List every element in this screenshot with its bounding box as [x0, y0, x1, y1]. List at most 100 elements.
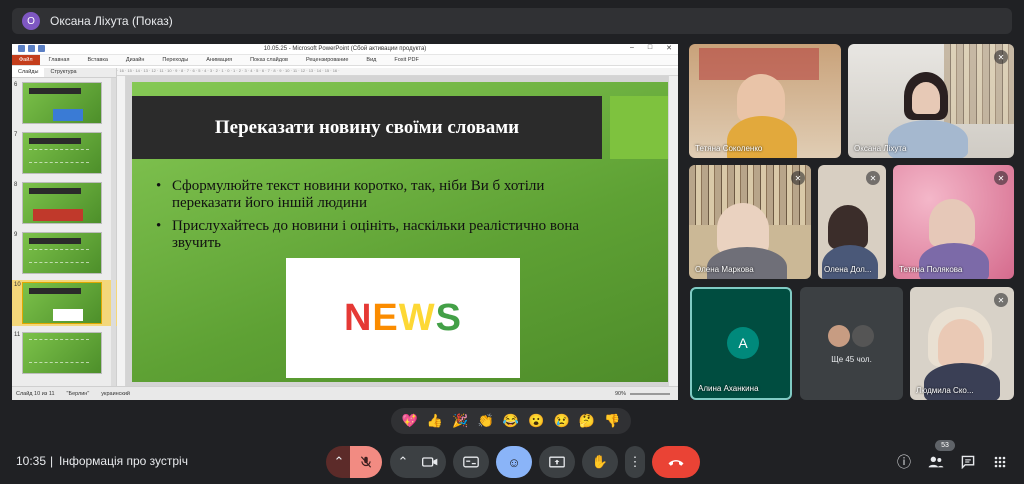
ribbon-tab-review: Рецензирование	[305, 57, 349, 63]
thumbnail-number: 7	[14, 132, 18, 138]
meeting-info-button[interactable]: ⓘ	[892, 450, 916, 474]
save-icon	[28, 45, 35, 52]
info-icon: ⓘ	[897, 454, 911, 470]
slide-bullet: Прислухайтесь до новини і оцініть, наскі…	[156, 218, 596, 252]
chat-button[interactable]	[956, 450, 980, 474]
more-participants-tile[interactable]: Ще 45 чол.	[800, 287, 903, 400]
panel-tab-outline: Структура	[50, 69, 77, 75]
reaction-surprised[interactable]: 😮	[528, 413, 544, 429]
current-slide: Переказати новину своїми словами Сформул…	[132, 82, 672, 382]
participant-body	[707, 247, 787, 279]
raise-hand-button[interactable]: ✋	[582, 446, 618, 478]
participant-name: Оксана Ліхута	[854, 144, 907, 153]
emoji-button[interactable]: ☺	[496, 446, 532, 478]
reaction-heart[interactable]: 💖	[402, 413, 418, 429]
participant-face	[929, 199, 975, 247]
reaction-clap[interactable]: 👏	[478, 413, 494, 429]
hang-up-icon	[668, 460, 684, 466]
slide-thumbnail-selected: 10	[12, 280, 117, 326]
shared-screen[interactable]: 10.05.25 - Microsoft PowerPoint (Сбой ак…	[12, 44, 678, 400]
meeting-time: 10:35	[16, 454, 47, 468]
ribbon-tab-design: Дизайн	[125, 57, 145, 63]
activities-button[interactable]	[988, 450, 1012, 474]
participant-tile[interactable]: ✕ Олена Дол...	[818, 165, 886, 279]
reaction-thumbs-down[interactable]: 👎	[604, 413, 620, 429]
thumbnail-number: 11	[14, 332, 21, 338]
participant-name: Олена Маркова	[695, 265, 754, 274]
video-options-button[interactable]: ⌃	[390, 446, 416, 478]
camera-toggle-button[interactable]	[414, 446, 446, 478]
mic-off-icon: ✕	[866, 171, 880, 185]
mic-toggle-button[interactable]	[350, 446, 382, 478]
reaction-sad[interactable]: 😢	[554, 413, 570, 429]
audio-options-button[interactable]: ⌃	[326, 446, 352, 478]
slide-thumbnail: 9	[12, 230, 117, 276]
meet-window: O Оксана Ліхута (Показ) 10.05.25 - Micro…	[0, 0, 1024, 484]
panel-tab-slides: Слайды	[12, 68, 45, 77]
slide-thumbnail: 6	[12, 80, 117, 126]
present-button[interactable]	[539, 446, 575, 478]
horizontal-ruler: · 16 · 15 · 14 · 13 · 12 · 11 · 10 · 9 ·…	[117, 68, 678, 76]
ribbon-tab-animation: Анимация	[206, 57, 233, 63]
mic-off-icon: ✕	[994, 171, 1008, 185]
presenter-avatar: O	[22, 12, 40, 30]
reaction-party[interactable]: 🎉	[452, 413, 468, 429]
slide-bullets: Сформулюйте текст новини коротко, так, н…	[156, 178, 596, 258]
chevron-up-icon: ⌃	[397, 454, 409, 469]
mic-off-icon: ✕	[791, 171, 805, 185]
participant-name: Тетяна Полякова	[899, 265, 963, 274]
presenter-banner: O Оксана Ліхута (Показ)	[12, 8, 1012, 34]
zoom-slider	[630, 392, 670, 395]
participant-name: Алина Аханкина	[698, 384, 759, 393]
thumbnail-number: 8	[14, 182, 18, 188]
apps-grid-icon	[994, 456, 1006, 468]
leave-call-button[interactable]	[652, 446, 700, 478]
slide-scrollbar	[668, 76, 678, 386]
mic-off-icon	[360, 456, 372, 468]
slide-title: Переказати новину своїми словами	[132, 96, 602, 159]
people-button[interactable]	[924, 450, 948, 474]
ribbon-tab-home: Главная	[48, 57, 70, 63]
ribbon-tab-slideshow: Показ слайдов	[250, 57, 288, 63]
participant-tile[interactable]: ✕ Оксана Ліхута	[848, 44, 1014, 158]
reaction-laugh[interactable]: 😂	[503, 413, 519, 429]
participant-hair	[828, 205, 868, 249]
participant-tile[interactable]: ✕ Олена Маркова	[689, 165, 811, 279]
thumbnail-number: 9	[14, 232, 18, 238]
thumbnail-image	[22, 282, 102, 324]
mic-off-icon: ✕	[994, 293, 1008, 307]
more-options-button[interactable]: ⋮	[625, 446, 645, 478]
presenter-name: Оксана Ліхута (Показ)	[50, 14, 173, 28]
meeting-info-title[interactable]: Інформація про зустріч	[59, 454, 188, 468]
maximize-icon: □	[647, 44, 653, 51]
participant-avatar: A	[727, 327, 759, 359]
thumbnail-image	[22, 82, 102, 124]
thumbnail-image	[22, 332, 102, 374]
zoom-level: 90%	[614, 390, 626, 397]
panel-tabs: Слайды Структура	[12, 68, 116, 78]
ribbon-tab-view: Вид	[366, 57, 377, 63]
participant-name: Олена Дол...	[824, 265, 872, 274]
smile-icon: ☺	[507, 454, 521, 470]
people-count-badge: 53	[935, 440, 955, 451]
participant-tile[interactable]: Тетяна Соколенко	[689, 44, 841, 158]
slide-canvas: Переказати новину своїми словами Сформул…	[126, 76, 672, 386]
participant-thumb-avatar	[852, 325, 874, 347]
participant-tile[interactable]: ✕ Тетяна Полякова	[893, 165, 1014, 279]
chevron-up-icon: ⌃	[333, 454, 345, 469]
zoom-control: 90%	[615, 391, 670, 397]
ppt-status-bar: Слайд 10 из 11 "Берлин" украинский 90%	[12, 386, 678, 400]
news-image: N E W S	[286, 258, 520, 378]
people-icon	[928, 456, 944, 468]
reaction-thinking[interactable]: 🤔	[579, 413, 595, 429]
participant-tile-speaking[interactable]: A Алина Аханкина	[690, 287, 792, 400]
panel-scrollbar	[111, 78, 116, 386]
news-letter: S	[435, 296, 463, 339]
participant-name: Тетяна Соколенко	[695, 144, 763, 153]
reaction-thumbs-up[interactable]: 👍	[427, 413, 443, 429]
participant-tile[interactable]: ✕ Людмила Ско...	[910, 287, 1014, 400]
camera-icon	[422, 457, 438, 467]
captions-button[interactable]	[453, 446, 489, 478]
close-icon: ✕	[666, 45, 672, 52]
slide-thumbnail: 11	[12, 330, 117, 376]
